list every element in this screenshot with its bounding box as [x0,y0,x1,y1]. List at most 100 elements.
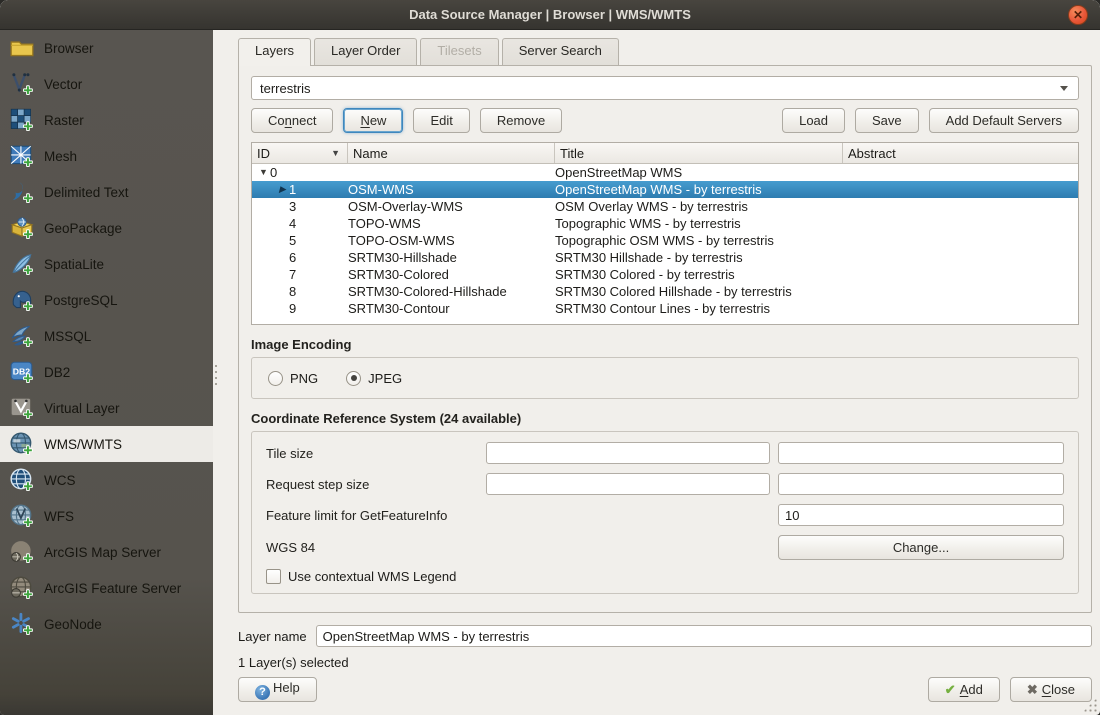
table-row-selected[interactable]: ▶1 OSM-WMSOpenStreetMap WMS - by terrest… [252,181,1078,198]
feature-limit-input[interactable] [778,504,1064,526]
save-button[interactable]: Save [855,108,919,133]
wms-tabbar: Layers Layer Order Tilesets Server Searc… [238,38,1092,65]
sidebar-item-postgresql[interactable]: PostgreSQL [0,282,213,318]
arcgis-map-icon [9,539,35,565]
geopackage-icon [9,215,35,241]
layers-tab-panel: terrestris Connect New Edit Remove Load … [238,65,1092,613]
sidebar-item-mssql[interactable]: MSSQL [0,318,213,354]
column-header-title[interactable]: Title [555,143,843,163]
add-button[interactable]: ✔Add [928,677,1000,702]
png-radio[interactable]: PNG [268,371,318,386]
sidebar-item-wms-wmts[interactable]: WMS/WMTS [0,426,213,462]
mssql-icon [9,323,35,349]
connect-button[interactable]: Connect [251,108,333,133]
layer-name-input[interactable] [316,625,1092,647]
feather-icon [9,251,35,277]
layer-name-label: Layer name [238,629,307,644]
help-button[interactable]: ?Help [238,677,317,702]
layers-table: ID ▼ Name Title Abstract ▼0 OpenStreetMa… [251,142,1079,325]
column-header-name[interactable]: Name [348,143,555,163]
tile-height-input[interactable] [778,442,1064,464]
sidebar-item-delimited-text[interactable]: Delimited Text [0,174,213,210]
change-crs-button[interactable]: Change... [778,535,1064,560]
table-row[interactable]: 5 TOPO-OSM-WMSTopographic OSM WMS - by t… [252,232,1078,249]
contextual-legend-checkbox[interactable]: Use contextual WMS Legend [266,569,1064,584]
radio-on-icon [346,371,361,386]
sidebar-item-vector[interactable]: Vector [0,66,213,102]
arcgis-feature-icon [9,575,35,601]
table-row[interactable]: 3 OSM-Overlay-WMSOSM Overlay WMS - by te… [252,198,1078,215]
tab-server-search[interactable]: Server Search [502,38,619,65]
vector-icon [9,71,35,97]
data-source-manager-window: Data Source Manager | Browser | WMS/WMTS… [0,0,1100,715]
checkmark-icon: ✔ [945,682,956,697]
table-row[interactable]: 8 SRTM30-Colored-HillshadeSRTM30 Colored… [252,283,1078,300]
chevron-down-icon [1060,86,1068,91]
sidebar-item-geonode[interactable]: GeoNode [0,606,213,642]
table-row[interactable]: 7 SRTM30-ColoredSRTM30 Colored - by terr… [252,266,1078,283]
raster-icon [9,107,35,133]
feature-limit-label: Feature limit for GetFeatureInfo [266,508,478,523]
table-row[interactable]: 4 TOPO-WMSTopographic WMS - by terrestri… [252,215,1078,232]
table-row[interactable]: ▼0 OpenStreetMap WMS [252,164,1078,181]
image-encoding-groupbox: PNG JPEG [251,357,1079,399]
server-connection-value: terrestris [260,81,311,96]
request-step-label: Request step size [266,477,478,492]
help-icon: ? [255,685,270,700]
sidebar-item-spatialite[interactable]: SpatiaLite [0,246,213,282]
wfs-globe-icon [9,503,35,529]
radio-off-icon [268,371,283,386]
titlebar[interactable]: Data Source Manager | Browser | WMS/WMTS… [0,0,1100,30]
window-close-button[interactable]: ✕ [1068,5,1088,25]
sidebar-item-arcgis-map-server[interactable]: ArcGIS Map Server [0,534,213,570]
x-icon: ✖ [1027,682,1038,697]
wcs-globe-icon [9,467,35,493]
close-button[interactable]: ✖Close [1010,677,1092,702]
step-width-input[interactable] [486,473,770,495]
server-connection-select[interactable]: terrestris [251,76,1079,100]
folder-icon [9,35,35,61]
add-default-servers-button[interactable]: Add Default Servers [929,108,1079,133]
table-row[interactable]: 9 SRTM30-ContourSRTM30 Contour Lines - b… [252,300,1078,317]
new-button[interactable]: New [343,108,403,133]
selected-crs-label: WGS 84 [266,540,478,555]
table-row[interactable]: 6 SRTM30-HillshadeSRTM30 Hillshade - by … [252,249,1078,266]
checkbox-unchecked-icon [266,569,281,584]
layers-table-header: ID ▼ Name Title Abstract [252,143,1078,164]
jpeg-radio[interactable]: JPEG [346,371,402,386]
sidebar-item-wcs[interactable]: WCS [0,462,213,498]
window-title: Data Source Manager | Browser | WMS/WMTS [409,7,691,22]
tile-width-input[interactable] [486,442,770,464]
step-height-input[interactable] [778,473,1064,495]
sidebar-item-browser[interactable]: Browser [0,30,213,66]
db2-icon: DB2 [9,359,35,385]
wms-globe-icon [9,431,35,457]
image-encoding-title: Image Encoding [251,337,1079,352]
crs-groupbox: Tile size Request step size Feature limi… [251,431,1079,594]
comma-icon [9,179,35,205]
selection-status-text: 1 Layer(s) selected [238,655,1092,670]
source-type-sidebar: Browser Vector Raster Mesh Delimited Tex… [0,30,213,715]
sidebar-item-arcgis-feature-server[interactable]: ArcGIS Feature Server [0,570,213,606]
tile-size-label: Tile size [266,446,478,461]
column-header-id[interactable]: ID ▼ [252,143,348,163]
tab-layers[interactable]: Layers [238,38,311,66]
sidebar-item-db2[interactable]: DB2 DB2 [0,354,213,390]
load-button[interactable]: Load [782,108,845,133]
sidebar-item-virtual-layer[interactable]: Virtual Layer [0,390,213,426]
edit-button[interactable]: Edit [413,108,469,133]
sort-indicator-icon: ▼ [331,148,342,158]
column-header-abstract[interactable]: Abstract [843,143,1078,163]
sidebar-item-geopackage[interactable]: GeoPackage [0,210,213,246]
sidebar-item-mesh[interactable]: Mesh [0,138,213,174]
geonode-icon [9,611,35,637]
sidebar-item-raster[interactable]: Raster [0,102,213,138]
virtual-layer-icon [9,395,35,421]
tab-tilesets[interactable]: Tilesets [420,38,498,65]
collapse-arrow-icon[interactable]: ▼ [257,164,270,181]
sidebar-item-wfs[interactable]: WFS [0,498,213,534]
remove-button[interactable]: Remove [480,108,562,133]
expand-arrow-icon[interactable]: ▶ [276,181,289,198]
elephant-icon [9,287,35,313]
tab-layer-order[interactable]: Layer Order [314,38,417,65]
